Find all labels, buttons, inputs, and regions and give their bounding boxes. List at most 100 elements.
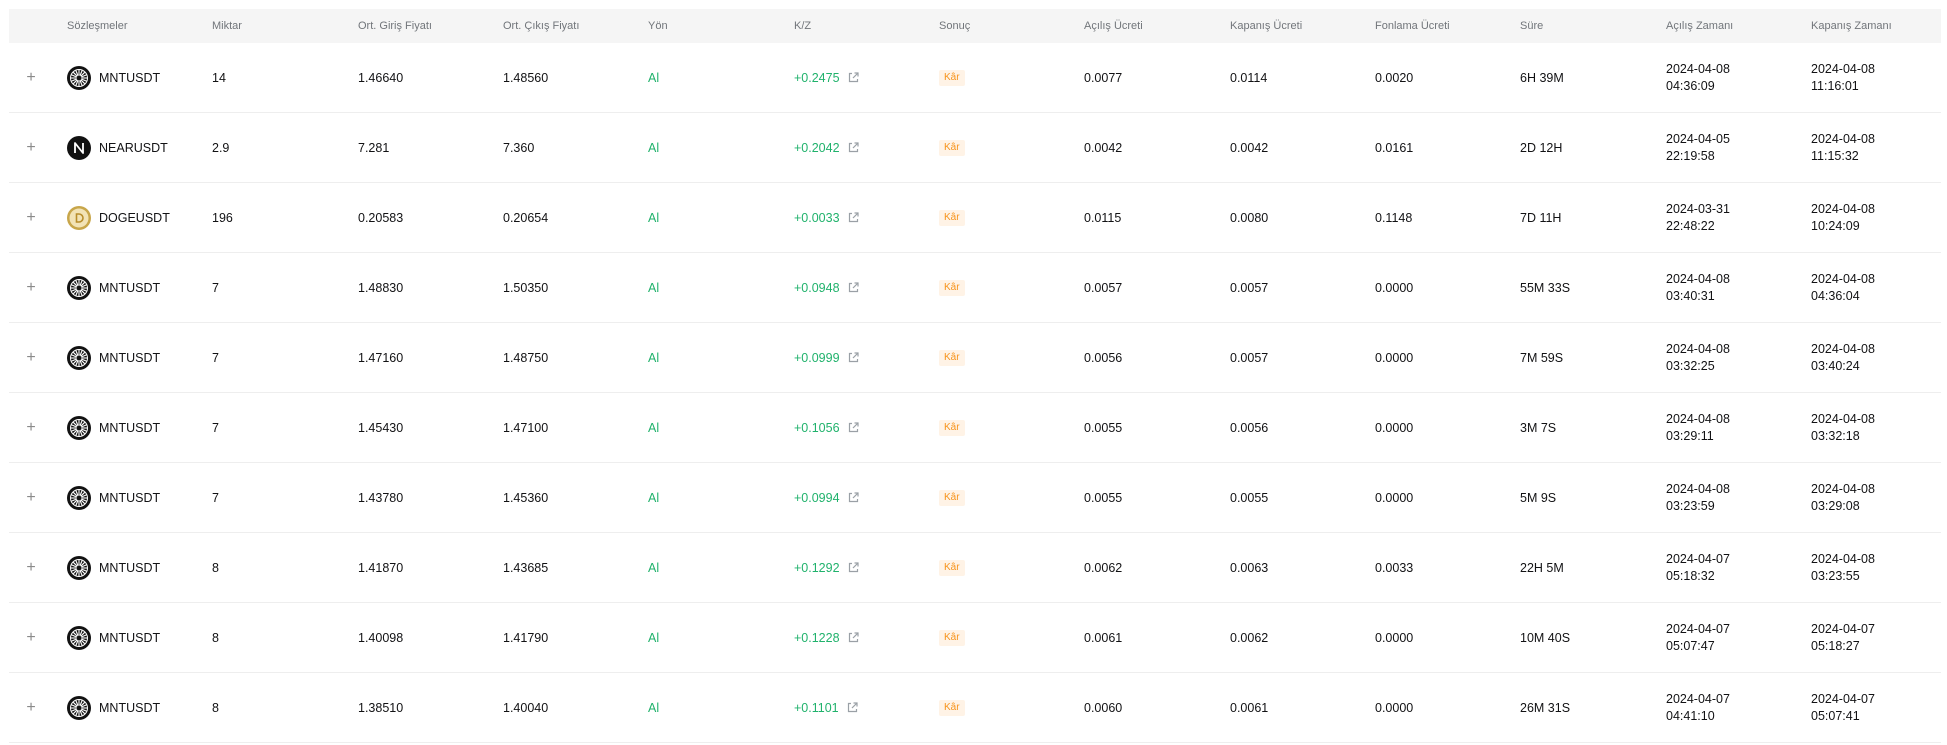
entry-price: 1.41870 [358, 560, 404, 575]
plus-icon: + [26, 698, 36, 716]
expand-row-button[interactable]: + [23, 253, 39, 322]
result-badge: Kâr [939, 489, 965, 506]
close-fee: 0.0057 [1230, 280, 1269, 295]
close-fee: 0.0080 [1230, 210, 1269, 225]
external-link-icon[interactable] [847, 141, 860, 154]
close-date: 2024-04-08 [1811, 201, 1875, 216]
open-clock: 22:19:58 [1666, 148, 1715, 163]
close-clock: 11:15:32 [1811, 148, 1859, 163]
contract-cell: MNTUSDT [67, 673, 160, 742]
mnt-coin-icon [67, 555, 91, 580]
expand-row-button[interactable]: + [23, 533, 39, 602]
close-time: 2024-04-08 11:15:32 [1811, 113, 1875, 182]
open-fee: 0.0056 [1084, 350, 1123, 365]
close-date: 2024-04-07 [1811, 621, 1875, 636]
pnl-value: +0.1101 [794, 700, 839, 715]
header-open-fee: Açılış Ücreti [1084, 20, 1143, 32]
duration: 22H 5M [1520, 560, 1564, 575]
external-link-icon[interactable] [847, 561, 860, 574]
exit-price: 1.48750 [503, 350, 549, 365]
table-row[interactable]: + MNTUSDT 8 1.38510 1.40040 Al +0.1101 K… [9, 673, 1941, 743]
exit-price: 7.360 [503, 140, 535, 155]
header-pnl: K/Z [794, 20, 812, 32]
table-row[interactable]: + DOGEUSDT 196 0.20583 0.20654 Al +0.003… [9, 183, 1941, 253]
external-link-icon[interactable] [847, 351, 860, 364]
expand-row-button[interactable]: + [23, 43, 39, 112]
expand-row-button[interactable]: + [23, 393, 39, 462]
header-close-fee: Kapanış Ücreti [1230, 20, 1303, 32]
external-link-icon[interactable] [847, 281, 860, 294]
close-date: 2024-04-07 [1811, 691, 1875, 706]
side: Al [648, 560, 660, 575]
open-time: 2024-04-08 03:40:31 [1666, 253, 1730, 322]
quantity: 8 [212, 560, 219, 575]
open-fee: 0.0077 [1084, 70, 1123, 85]
open-time: 2024-04-08 03:29:11 [1666, 393, 1730, 462]
header-contracts: Sözleşmeler [67, 20, 128, 32]
external-link-icon[interactable] [847, 211, 860, 224]
close-date: 2024-04-08 [1811, 551, 1875, 566]
result-cell: Kâr [939, 463, 965, 532]
result-badge: Kâr [939, 209, 965, 226]
entry-price: 1.45430 [358, 420, 404, 435]
open-date: 2024-04-05 [1666, 131, 1730, 146]
header-open-time: Açılış Zamanı [1666, 20, 1734, 32]
contract-symbol: MNTUSDT [99, 420, 161, 435]
pnl-cell: +0.0999 [794, 323, 860, 392]
pnl-value: +0.1228 [794, 630, 840, 645]
open-date: 2024-03-31 [1666, 201, 1730, 216]
open-fee: 0.0042 [1084, 140, 1123, 155]
header-funding-fee: Fonlama Ücreti [1375, 20, 1450, 32]
table-row[interactable]: + MNTUSDT 8 1.40098 1.41790 Al +0.1228 K… [9, 603, 1941, 673]
plus-icon: + [26, 628, 36, 646]
duration: 7D 11H [1520, 210, 1562, 225]
table-row[interactable]: + MNTUSDT 14 1.46640 1.48560 Al +0.2475 … [9, 43, 1941, 113]
table-row[interactable]: + MNTUSDT 7 1.43780 1.45360 Al +0.0994 K… [9, 463, 1941, 533]
open-clock: 03:29:11 [1666, 428, 1714, 443]
external-link-icon[interactable] [847, 71, 860, 84]
open-date: 2024-04-08 [1666, 271, 1730, 286]
external-link-icon[interactable] [847, 421, 860, 434]
pnl-value: +0.0999 [794, 350, 840, 365]
duration: 6H 39M [1520, 70, 1564, 85]
open-fee: 0.0057 [1084, 280, 1123, 295]
external-link-icon[interactable] [846, 701, 859, 714]
funding-fee: 0.0000 [1375, 280, 1414, 295]
expand-row-button[interactable]: + [23, 673, 39, 742]
plus-icon: + [26, 558, 36, 576]
contract-symbol: DOGEUSDT [99, 210, 170, 225]
quantity: 7 [212, 490, 219, 505]
table-row[interactable]: + MNTUSDT 8 1.41870 1.43685 Al +0.1292 K… [9, 533, 1941, 603]
close-clock: 03:29:08 [1811, 498, 1860, 513]
table-row[interactable]: + NEARUSDT 2.9 7.281 7.360 Al +0.2042 Kâ… [9, 113, 1941, 183]
close-fee: 0.0063 [1230, 560, 1269, 575]
table-row[interactable]: + MNTUSDT 7 1.48830 1.50350 Al +0.0948 K… [9, 253, 1941, 323]
contract-symbol: MNTUSDT [99, 700, 161, 715]
open-time: 2024-04-07 05:07:47 [1666, 603, 1730, 672]
pnl-value: +0.0948 [794, 280, 840, 295]
close-clock: 03:32:18 [1811, 428, 1860, 443]
header-close-time: Kapanış Zamanı [1811, 20, 1892, 32]
expand-row-button[interactable]: + [23, 603, 39, 672]
expand-row-button[interactable]: + [23, 113, 39, 182]
entry-price: 1.43780 [358, 490, 404, 505]
table-row[interactable]: + MNTUSDT 7 1.47160 1.48750 Al +0.0999 K… [9, 323, 1941, 393]
open-clock: 22:48:22 [1666, 218, 1715, 233]
expand-row-button[interactable]: + [23, 183, 39, 252]
expand-row-button[interactable]: + [23, 463, 39, 532]
close-time: 2024-04-08 04:36:04 [1811, 253, 1875, 322]
open-clock: 05:07:47 [1666, 638, 1715, 653]
exit-price: 1.48560 [503, 70, 549, 85]
side: Al [648, 350, 660, 365]
pnl-cell: +0.1056 [794, 393, 860, 462]
exit-price: 1.43685 [503, 560, 549, 575]
mnt-coin-icon [67, 415, 91, 440]
close-date: 2024-04-08 [1811, 411, 1875, 426]
table-row[interactable]: + MNTUSDT 7 1.45430 1.47100 Al +0.1056 K… [9, 393, 1941, 463]
close-time: 2024-04-08 03:32:18 [1811, 393, 1875, 462]
expand-row-button[interactable]: + [23, 323, 39, 392]
pnl-cell: +0.0033 [794, 183, 860, 252]
external-link-icon[interactable] [847, 631, 860, 644]
external-link-icon[interactable] [847, 491, 860, 504]
side: Al [648, 700, 660, 715]
